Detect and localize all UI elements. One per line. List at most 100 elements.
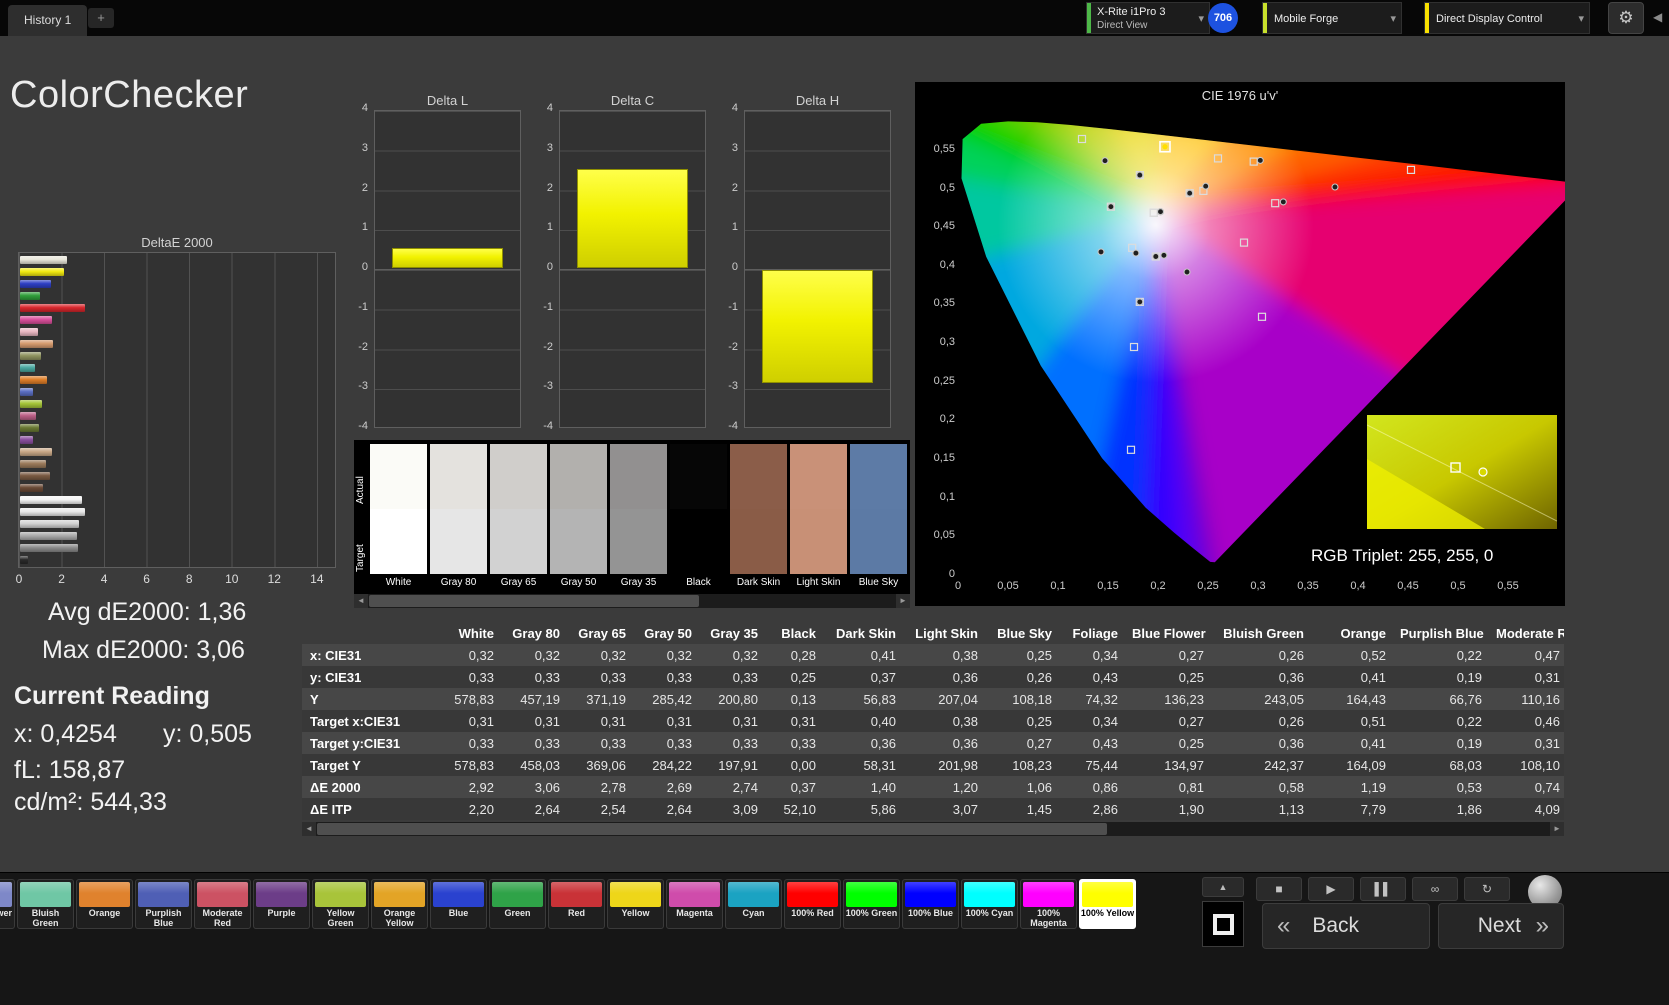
patch-button-purplish-blue[interactable]: Purplish Blue	[135, 879, 192, 929]
chevron-left-icon: ◀	[1653, 10, 1663, 24]
patch-button-orange-yellow[interactable]: Orange Yellow	[371, 879, 428, 929]
tab-history-1[interactable]: History 1	[8, 5, 88, 36]
table-cell: 2,74	[732, 779, 758, 795]
patch-button-blue[interactable]: Blue	[430, 879, 487, 929]
table-cell: 7,79	[1360, 801, 1386, 817]
table-cell: 0,41	[870, 647, 896, 663]
patch-label: Green	[504, 908, 531, 918]
patch-button-cyan[interactable]: Cyan	[725, 879, 782, 929]
table-cell: 0,33	[600, 735, 626, 751]
color-swatch: Gray 80	[430, 444, 487, 588]
scroll-right-icon[interactable]: ►	[1550, 822, 1564, 836]
patch-label: 100% Magenta	[1030, 908, 1067, 928]
patch-color	[256, 882, 307, 907]
table-cell: 0,33	[534, 735, 560, 751]
table-cell: 0,51	[1360, 713, 1386, 729]
deltae-bar	[20, 328, 39, 336]
patch-button-100-green[interactable]: 100% Green	[843, 879, 900, 929]
patch-color	[551, 882, 602, 907]
patch-button-orange[interactable]: Orange	[76, 879, 133, 929]
target-swatch	[790, 509, 847, 574]
collapse-panel-button[interactable]: ◀	[1653, 10, 1662, 24]
swatch-label: Gray 50	[560, 577, 597, 588]
chevron-down-icon: ▾	[1198, 13, 1204, 25]
next-button[interactable]: Next »	[1438, 903, 1564, 949]
table-cell: 0,40	[870, 713, 896, 729]
axis-tick-label: 2	[361, 181, 368, 194]
table-cell: 0,32	[468, 647, 494, 663]
patch-button-red[interactable]: Red	[548, 879, 605, 929]
axis-tick-label: 12	[267, 572, 281, 586]
back-button[interactable]: « Back	[1262, 903, 1430, 949]
actual-swatch	[610, 444, 667, 509]
deltae-bar	[20, 388, 33, 396]
patch-button-blue-flower[interactable]: Blue Flower	[0, 879, 15, 929]
patch-label: 100% Cyan	[965, 908, 1014, 918]
table-cell: 0,33	[666, 735, 692, 751]
current-x: x: 0,4254	[14, 720, 117, 748]
stop-button[interactable]: ■	[1256, 877, 1302, 901]
patch-button-100-red[interactable]: 100% Red	[784, 879, 841, 929]
scrollbar-thumb[interactable]	[369, 595, 699, 607]
patch-button-moderate-red[interactable]: Moderate Red	[194, 879, 251, 929]
patch-button-100-magenta[interactable]: 100% Magenta	[1020, 879, 1077, 929]
pattern-window-button[interactable]	[1202, 901, 1244, 947]
column-header: Gray 35	[710, 625, 758, 641]
table-cell: 0,22	[1456, 713, 1482, 729]
pause-button[interactable]: ▌▌	[1360, 877, 1406, 901]
axis-tick-label: 1	[546, 221, 553, 234]
patch-button-magenta[interactable]: Magenta	[666, 879, 723, 929]
scroll-right-icon[interactable]: ►	[896, 594, 910, 608]
infinite-loop-button[interactable]: ∞	[1412, 877, 1458, 901]
refresh-button[interactable]: ↻	[1464, 877, 1510, 901]
patch-button-bluish-green[interactable]: Bluish Green	[17, 879, 74, 929]
patch-button-100-cyan[interactable]: 100% Cyan	[961, 879, 1018, 929]
axis-tick-label: 0,05	[997, 580, 1019, 592]
patch-button-100-blue[interactable]: 100% Blue	[902, 879, 959, 929]
table-cell: 0,31	[732, 713, 758, 729]
axis-tick-label: 0,2	[939, 413, 955, 426]
table-cell: 0,28	[790, 647, 816, 663]
column-header: Moderate Red	[1496, 625, 1564, 641]
column-header: Blue Sky	[997, 625, 1052, 641]
target-swatch	[670, 509, 727, 574]
patch-button-yellow-green[interactable]: Yellow Green	[312, 879, 369, 929]
patch-label: Cyan	[742, 908, 765, 918]
add-tab-button[interactable]: +	[88, 8, 114, 28]
swatch-scrollbar[interactable]: ◄ ►	[354, 594, 910, 608]
table-cell: 0,37	[790, 779, 816, 795]
axis-tick-label: 1	[361, 221, 368, 234]
play-button[interactable]: ▶	[1308, 877, 1354, 901]
table-cell: 200,80	[718, 691, 758, 707]
patch-label: Yellow	[621, 908, 650, 918]
settings-button[interactable]: ⚙	[1608, 2, 1644, 34]
actual-swatch	[790, 444, 847, 509]
axis-tick-label: 0,25	[933, 374, 955, 387]
axis-tick-label: 0,3	[1250, 580, 1266, 592]
patch-color	[79, 882, 130, 907]
column-header: Gray 50	[644, 625, 692, 641]
table-scrollbar[interactable]: ◄ ►	[302, 822, 1564, 836]
patch-button-yellow[interactable]: Yellow	[607, 879, 664, 929]
table-cell: 0,25	[790, 669, 816, 685]
source-dropdown[interactable]: Mobile Forge ▾	[1262, 2, 1402, 34]
meter-dropdown[interactable]: X-Rite i1Pro 3 Direct View ▾	[1086, 2, 1210, 34]
patch-list-up-button[interactable]: ▲	[1202, 877, 1244, 897]
table-cell: 0,74	[1534, 779, 1560, 795]
scrollbar-thumb[interactable]	[317, 823, 1107, 835]
table-cell: 0,33	[600, 669, 626, 685]
table-cell: 0,27	[1178, 713, 1204, 729]
table-cell: 0,32	[600, 647, 626, 663]
scroll-left-icon[interactable]: ◄	[302, 822, 316, 836]
patch-button-green[interactable]: Green	[489, 879, 546, 929]
patch-button-purple[interactable]: Purple	[253, 879, 310, 929]
patch-button-100-yellow[interactable]: 100% Yellow	[1079, 879, 1136, 929]
table-cell: 0,38	[952, 713, 978, 729]
workflow-dropdown[interactable]: Direct Display Control ▾	[1424, 2, 1590, 34]
table-cell: 2,69	[666, 779, 692, 795]
table-cell: 0,31	[468, 713, 494, 729]
table-cell: 242,37	[1264, 757, 1304, 773]
deltae-bar	[20, 484, 44, 492]
table-cell: 2,64	[666, 801, 692, 817]
scroll-left-icon[interactable]: ◄	[354, 594, 368, 608]
